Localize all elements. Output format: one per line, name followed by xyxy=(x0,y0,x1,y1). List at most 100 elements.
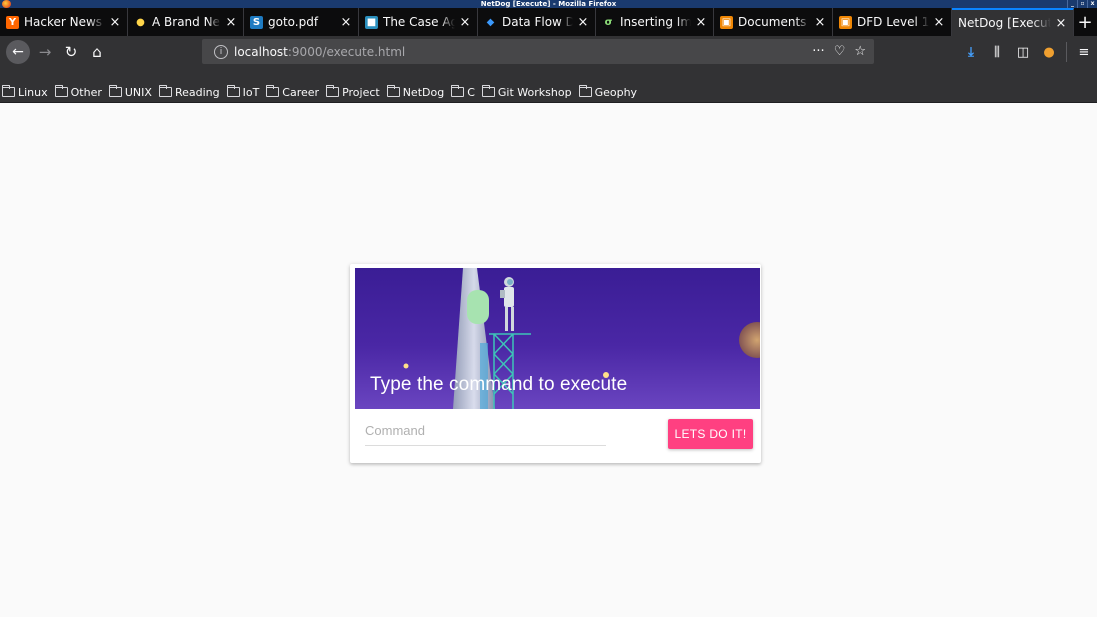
tab-strip: Y Hacker News × ● A Brand New × S goto.p… xyxy=(0,8,1097,36)
page-actions-icon[interactable]: ··· xyxy=(812,44,824,59)
folder-icon xyxy=(2,85,15,97)
pocket-icon[interactable]: ♡ xyxy=(834,44,846,59)
drawio-icon: ▣ xyxy=(720,15,733,29)
bookmark-label: IoT xyxy=(242,85,260,99)
navigation-toolbar: ← → ↻ ⌂ i localhost:9000/execute.html ··… xyxy=(0,36,1097,68)
tab-the-case-ag[interactable]: ■ The Case Ag × xyxy=(359,8,478,36)
tab-data-flow[interactable]: ◆ Data Flow Di × xyxy=(478,8,596,36)
tab-documents[interactable]: ▣ Documents × xyxy=(714,8,833,36)
tab-goto-pdf[interactable]: S goto.pdf × xyxy=(244,8,359,36)
close-window-icon[interactable]: x xyxy=(1087,0,1097,8)
download-icon[interactable]: ⤓ xyxy=(958,39,984,65)
scribd-icon: S xyxy=(250,15,263,29)
bookmark-reading[interactable]: Reading xyxy=(158,85,220,99)
bookmark-label: Project xyxy=(342,85,380,99)
library-icon[interactable]: ⫼ xyxy=(984,39,1010,65)
window-controls: _ ▫ x xyxy=(1067,0,1097,8)
back-icon[interactable]: ← xyxy=(6,40,30,64)
close-tab-icon[interactable]: × xyxy=(933,15,945,30)
lightbulb-icon: ● xyxy=(136,16,145,28)
bookmark-geophy[interactable]: Geophy xyxy=(578,85,638,99)
drawio-icon: ▣ xyxy=(839,15,852,29)
url-actions: ··· ♡ ☆ xyxy=(812,39,866,64)
bookmarks-toolbar: Linux Other UNIX Reading IoT Career Proj… xyxy=(0,68,1097,103)
minimize-icon[interactable]: _ xyxy=(1067,0,1077,8)
bookmark-iot[interactable]: IoT xyxy=(226,85,260,99)
close-tab-icon[interactable]: × xyxy=(1055,16,1067,31)
bookmark-label: Other xyxy=(70,85,102,99)
hero-title: Type the command to execute xyxy=(370,374,628,395)
tab-inserting-ima[interactable]: σ Inserting Ima × xyxy=(596,8,714,36)
bookmark-git-workshop[interactable]: Git Workshop xyxy=(481,85,572,99)
forward-icon[interactable]: → xyxy=(32,39,58,65)
bookmark-career[interactable]: Career xyxy=(266,85,319,99)
tab-label: The Case Ag xyxy=(383,15,455,29)
new-tab-button[interactable]: + xyxy=(1074,8,1096,36)
tab-label: goto.pdf xyxy=(268,15,319,29)
execute-submit-button[interactable]: LETS DO IT! xyxy=(668,419,753,449)
close-tab-icon[interactable]: × xyxy=(577,15,589,30)
close-tab-icon[interactable]: × xyxy=(814,15,826,30)
tab-label: Documents xyxy=(738,15,807,29)
site-info-icon[interactable]: i xyxy=(214,44,228,59)
folder-icon xyxy=(451,85,465,97)
tab-label: Hacker News xyxy=(24,15,103,29)
tab-dfd-level-1[interactable]: ▣ DFD Level 1: × xyxy=(833,8,952,36)
sidebar-icon[interactable]: ◫ xyxy=(1010,39,1036,65)
bookmark-linux[interactable]: Linux xyxy=(2,85,48,99)
menu-icon[interactable]: ≡ xyxy=(1071,39,1097,65)
folder-icon xyxy=(386,85,400,97)
bookmark-label: Git Workshop xyxy=(497,85,572,99)
extension-icon[interactable]: ● xyxy=(1036,39,1062,65)
close-tab-icon[interactable]: × xyxy=(109,15,121,30)
close-tab-icon[interactable]: × xyxy=(695,15,707,30)
bookmark-c[interactable]: C xyxy=(451,85,475,99)
tab-label: NetDog [Execute xyxy=(958,16,1051,30)
maximize-icon[interactable]: ▫ xyxy=(1077,0,1087,8)
close-tab-icon[interactable]: × xyxy=(225,15,237,30)
url-path: :9000/execute.html xyxy=(287,44,406,59)
hero-banner: Type the command to execute xyxy=(355,268,760,409)
folder-icon xyxy=(578,85,592,97)
tab-label: Inserting Ima xyxy=(620,15,691,29)
bookmark-label: Career xyxy=(282,85,320,99)
bookmark-netdog[interactable]: NetDog xyxy=(386,85,445,99)
page-viewport: Type the command to execute LETS DO IT! xyxy=(7,104,1097,617)
document-icon: ■ xyxy=(365,15,378,29)
firefox-logo-icon xyxy=(2,0,11,8)
bookmark-project[interactable]: Project xyxy=(326,85,380,99)
url-host: localhost xyxy=(234,44,288,59)
url-bar[interactable]: i localhost:9000/execute.html ··· ♡ ☆ xyxy=(202,39,874,64)
close-tab-icon[interactable]: × xyxy=(459,15,471,30)
reload-icon[interactable]: ↻ xyxy=(58,39,84,65)
bookmark-label: Reading xyxy=(174,85,220,99)
close-tab-icon[interactable]: × xyxy=(340,15,352,30)
tab-label: Data Flow Di xyxy=(502,15,573,29)
execute-card: Type the command to execute LETS DO IT! xyxy=(350,264,761,463)
tab-label: A Brand New xyxy=(152,15,221,29)
bookmark-label: UNIX xyxy=(124,85,152,99)
folder-icon xyxy=(54,85,68,97)
tab-label: DFD Level 1: xyxy=(857,15,929,29)
folder-icon xyxy=(481,85,495,97)
command-input[interactable] xyxy=(365,420,606,446)
folder-icon xyxy=(226,85,240,97)
bookmark-other[interactable]: Other xyxy=(54,85,102,99)
bookmark-star-icon[interactable]: ☆ xyxy=(854,44,866,59)
tab-a-brand-new[interactable]: ● A Brand New × xyxy=(128,8,244,36)
tab-netdog-execute[interactable]: NetDog [Execute × xyxy=(952,8,1074,36)
hackernews-icon: Y xyxy=(6,15,19,29)
folder-icon xyxy=(108,85,122,97)
bookmark-label: NetDog xyxy=(402,85,445,99)
folder-icon xyxy=(266,85,280,97)
bookmark-label: Geophy xyxy=(594,85,638,99)
home-icon[interactable]: ⌂ xyxy=(84,39,110,65)
window-titlebar: NetDog [Execute] - Mozilla Firefox _ ▫ x xyxy=(0,0,1097,8)
diagram-icon: ◆ xyxy=(486,16,495,28)
toolbar-separator xyxy=(1066,42,1067,62)
tab-hacker-news[interactable]: Y Hacker News × xyxy=(0,8,128,36)
bookmark-unix[interactable]: UNIX xyxy=(108,85,152,99)
bookmark-label: Linux xyxy=(18,85,48,99)
bookmark-label: C xyxy=(467,85,475,99)
stackexchange-icon: σ xyxy=(604,16,613,28)
